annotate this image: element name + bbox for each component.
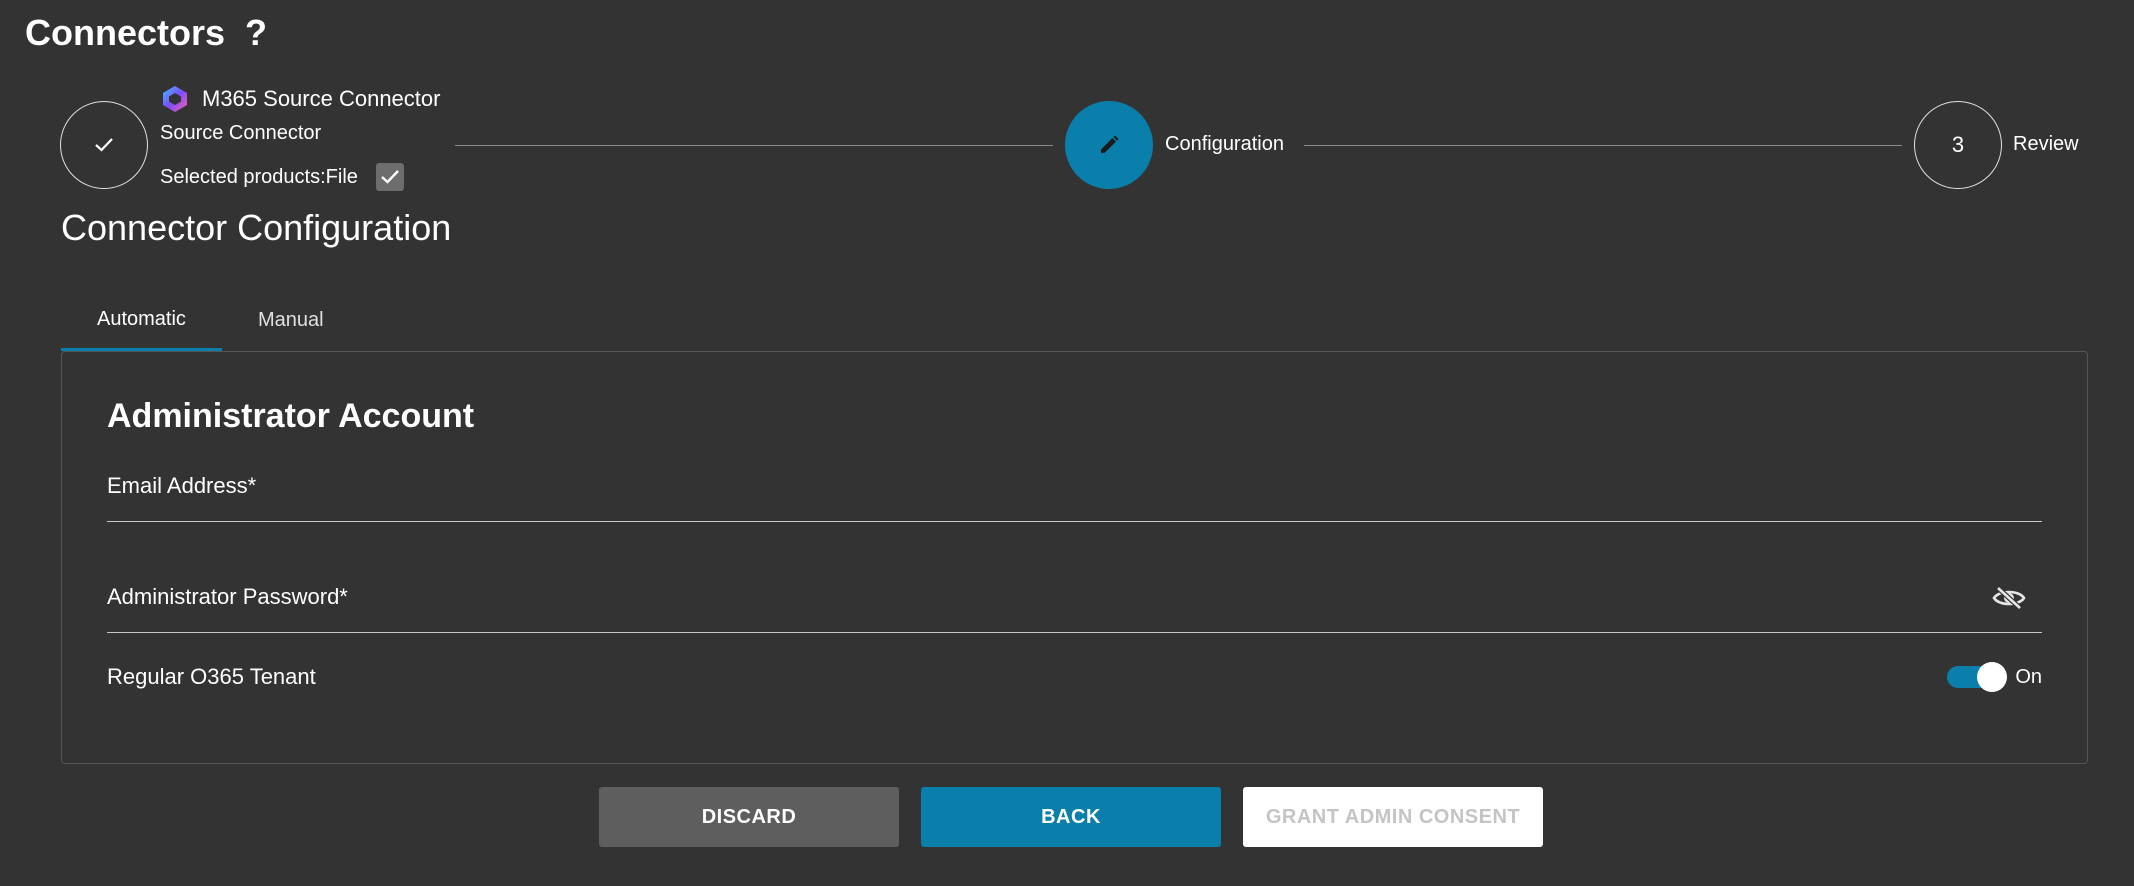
tab-bar: Automatic Manual <box>61 290 360 351</box>
step-1-subtitle: Source Connector <box>160 122 322 144</box>
selected-products-value: File <box>325 165 358 188</box>
step-1-circle[interactable] <box>60 101 148 189</box>
back-button[interactable]: BACK <box>921 787 1221 847</box>
selected-products-label: Selected products: <box>160 165 326 188</box>
password-input[interactable] <box>107 573 2042 632</box>
toggle-knob <box>1977 662 2008 692</box>
tenant-toggle-row: Regular O365 Tenant On <box>107 662 2042 692</box>
email-input[interactable] <box>107 462 2042 521</box>
product-name: M365 Source Connector <box>202 86 441 111</box>
tenant-toggle-switch[interactable] <box>1947 662 2008 692</box>
configuration-card: Administrator Account Email Address* Adm… <box>61 351 2088 764</box>
step-connector-line-2 <box>1304 145 1902 146</box>
step-3-circle[interactable]: 3 <box>1914 101 2002 189</box>
step-1-info: M365 Source Connector Source Connector S… <box>160 84 440 191</box>
email-field[interactable]: Email Address* <box>107 462 2042 522</box>
check-icon <box>95 138 113 152</box>
discard-button[interactable]: DISCARD <box>599 787 899 847</box>
grant-admin-consent-button[interactable]: GRANT ADMIN CONSENT <box>1243 787 1543 847</box>
card-title: Administrator Account <box>107 397 475 435</box>
step-2-circle[interactable] <box>1065 101 1153 189</box>
m365-icon <box>163 86 187 112</box>
tab-manual[interactable]: Manual <box>222 290 360 351</box>
tenant-toggle-state: On <box>2015 665 2042 688</box>
password-field[interactable]: Administrator Password* <box>107 573 2042 633</box>
section-title: Connector Configuration <box>61 207 452 248</box>
step-3-label: Review <box>2013 133 2079 155</box>
checkbox-check-icon <box>381 170 399 184</box>
step-2-label: Configuration <box>1165 133 1284 155</box>
selected-products-row: Selected products: File <box>160 163 440 191</box>
tenant-toggle-label: Regular O365 Tenant <box>107 664 316 689</box>
eye-off-icon[interactable] <box>1992 586 2026 610</box>
pencil-icon <box>1101 135 1119 153</box>
tab-automatic[interactable]: Automatic <box>61 290 222 351</box>
selected-product-checkbox[interactable] <box>375 163 404 191</box>
step-connector-line-1 <box>455 145 1053 146</box>
product-row: M365 Source Connector <box>160 84 440 114</box>
tenant-toggle-wrap: On <box>1947 662 2042 692</box>
stepper: M365 Source Connector Source Connector S… <box>0 0 2134 200</box>
